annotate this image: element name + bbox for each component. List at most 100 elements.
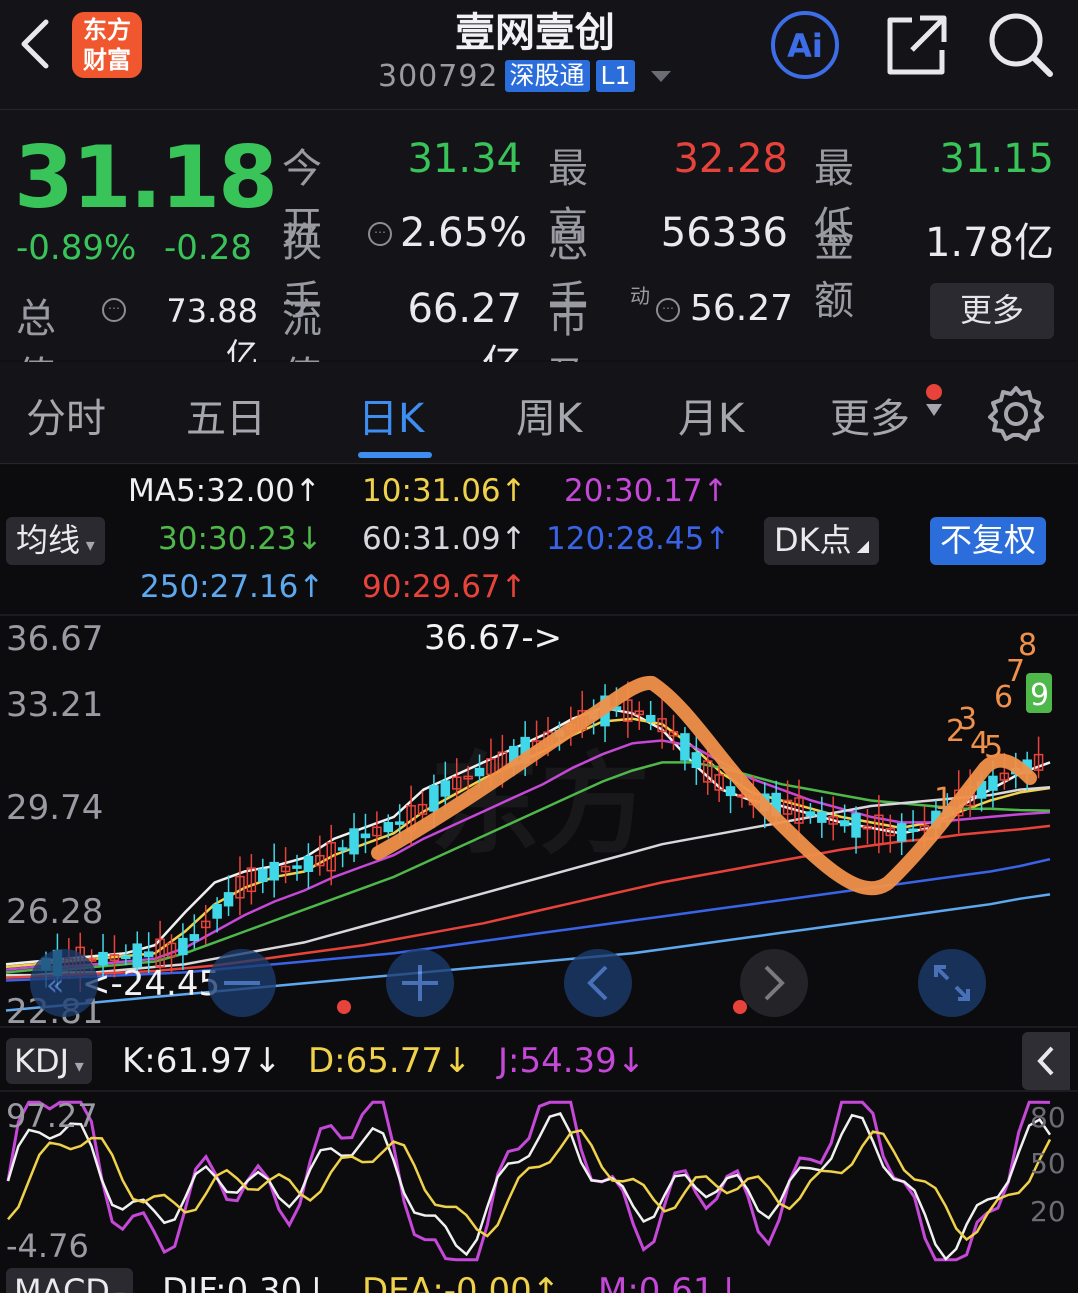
kdj-lines (6, 1100, 1052, 1262)
tab-more[interactable]: 更多 (830, 386, 910, 444)
chevron-left-icon (1037, 1046, 1054, 1076)
kdj-label: KDJ (14, 1042, 70, 1080)
rewind-button[interactable]: « (30, 949, 98, 1017)
candle-body (680, 733, 690, 761)
candle-body (645, 714, 656, 723)
td-marker-9: 9 (1030, 678, 1049, 713)
macd-selector[interactable]: MACD ▾ (6, 1268, 133, 1293)
ma10-value: 10:31.06↑ (362, 473, 527, 509)
info-icon[interactable]: ⋯ (368, 222, 392, 246)
candle-body (223, 892, 234, 907)
y-label-top: 36.67 (6, 619, 103, 659)
ma20-value: 20:30.17↑ (564, 473, 729, 509)
amount-label: 金额 (814, 220, 854, 324)
candle-body (908, 828, 918, 833)
collapse-panel-button[interactable] (1022, 1032, 1070, 1090)
zoom-in-button[interactable] (386, 949, 454, 1017)
tab-intraday[interactable]: 分时 (26, 386, 106, 444)
stock-name: 壹网壹创 (455, 10, 615, 56)
candle-body (896, 823, 907, 842)
chevron-down-icon[interactable] (651, 70, 672, 82)
ma-selector[interactable]: 均线 ▾ (6, 517, 105, 565)
app-logo[interactable]: 东方 财富 (72, 12, 142, 78)
ma-selector-label: 均线 (16, 521, 81, 559)
amount-value: 1.78亿 (924, 220, 1054, 266)
caret-down-icon: ▾ (69, 1056, 84, 1077)
tab-monthly-k[interactable]: 月K (678, 386, 744, 444)
chart-area[interactable]: 东方 36.67 33.21 29.74 26.28 22.81 36.67->… (0, 613, 1078, 1293)
double-chevron-left-icon: « (46, 968, 64, 1003)
kdj-k-value: K:61.97↓ (122, 1041, 282, 1081)
candle-body (691, 752, 702, 769)
zoom-out-button[interactable] (208, 949, 276, 1017)
y-label-3: 29.74 (6, 788, 103, 828)
td-marker-8: 8 (1018, 628, 1037, 663)
ma250-value: 250:27.16↑ (140, 569, 325, 605)
ai-icon-label: Ai (787, 27, 823, 65)
candle-body (805, 811, 816, 817)
scroll-left-button[interactable] (564, 949, 632, 1017)
max-price-marker: 36.67-> (424, 618, 562, 658)
top-bar: 东方 财富 壹网壹创 300792 深股通 L1 Ai (0, 0, 1078, 110)
candle-body (292, 865, 302, 869)
ai-assistant-icon[interactable]: Ai (770, 10, 840, 80)
macd-dea-value: DEA:-0.00↑ (362, 1271, 561, 1293)
info-icon[interactable]: ⋯ (656, 298, 680, 322)
stock-code: 300792 (378, 58, 499, 94)
stock-subtitle[interactable]: 300792 深股通 L1 (378, 58, 672, 94)
tab-weekly-k[interactable]: 周K (516, 386, 582, 444)
kdj-selector[interactable]: KDJ ▾ (6, 1038, 92, 1084)
td-marker-1: 1 (934, 782, 953, 817)
kdj-right-50: 50 (1030, 1147, 1066, 1180)
fullscreen-button[interactable] (918, 949, 986, 1017)
adjust-mode-button[interactable]: 不复权 (930, 517, 1047, 565)
candle-body (360, 833, 371, 839)
change-amount: -0.28 (164, 228, 252, 268)
search-icon[interactable] (986, 10, 1056, 80)
kdj-y-bottom: -4.76 (6, 1227, 89, 1265)
scroll-right-button[interactable] (740, 949, 808, 1017)
info-icon[interactable]: ⋯ (102, 298, 126, 322)
caret-down-icon: ▾ (80, 535, 95, 556)
settings-gear-icon[interactable] (986, 384, 1046, 444)
corner-caret-icon: ◢ (851, 536, 870, 555)
pe-dynamic-sup: 动 (630, 284, 650, 308)
active-tab-indicator (358, 452, 432, 458)
candle-body (817, 811, 827, 823)
candle-body (189, 934, 200, 942)
low-value: 31.15 (939, 136, 1054, 182)
caret-down-icon (926, 404, 942, 416)
macd-label: MACD (14, 1272, 110, 1293)
more-quote-button[interactable]: 更多 (930, 283, 1054, 339)
ma5-value: MA5:32.00↑ (128, 473, 321, 509)
candle-body (178, 937, 188, 956)
candle-body (98, 951, 108, 966)
dk-point-label: DK点 (774, 521, 852, 559)
dk-point-button[interactable]: DK点 ◢ (764, 517, 880, 565)
candle-body (269, 861, 279, 881)
candle-body (303, 855, 314, 872)
share-icon[interactable] (882, 10, 952, 80)
ma60-value: 60:31.09↑ (362, 521, 527, 557)
caret-down-icon: ▾ (110, 1286, 125, 1293)
tab-daily-k[interactable]: 日K (358, 386, 424, 444)
candle-body (988, 775, 998, 791)
market-tag: 深股通 (504, 60, 590, 92)
logo-line-2: 财富 (83, 46, 131, 74)
candle-body (725, 786, 736, 797)
turnover-value: 2.65% (400, 210, 528, 256)
ma120-value: 120:28.45↑ (546, 521, 731, 557)
open-value: 31.34 (407, 136, 522, 182)
high-value: 32.28 (673, 136, 788, 182)
kline-chart[interactable]: 东方 36.67 33.21 29.74 26.28 22.81 36.67->… (0, 613, 1078, 1293)
kdj-j-line (6, 1100, 1051, 1262)
change-percent: -0.89% (16, 228, 137, 268)
y-label-2: 33.21 (6, 685, 103, 725)
candle-body (429, 785, 439, 812)
back-arrow-icon[interactable] (10, 14, 60, 74)
candle-body (121, 955, 131, 960)
pe-value: 56.27 (690, 288, 794, 329)
kdj-legend: KDJ ▾ K:61.97↓ D:65.77↓ J:54.39↓ (0, 1034, 1078, 1086)
ma90-value: 90:29.67↑ (362, 569, 527, 605)
tab-five-day[interactable]: 五日 (186, 386, 266, 444)
